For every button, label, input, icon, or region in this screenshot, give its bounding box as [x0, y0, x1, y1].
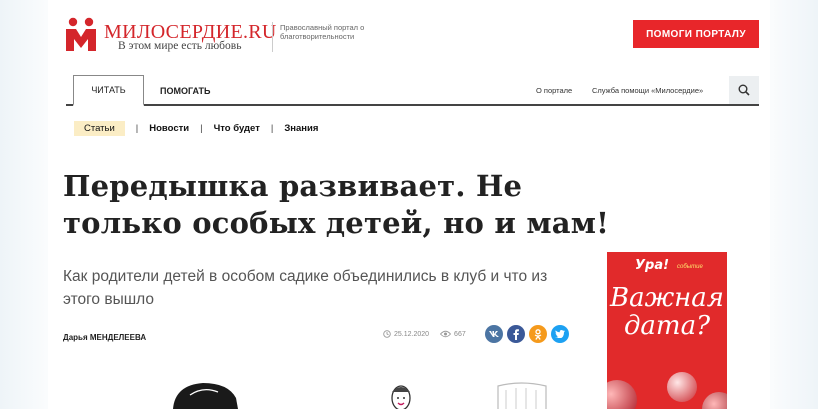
facebook-glyph [513, 328, 519, 340]
article-title: Передышка развивает. Не только особых де… [63, 169, 610, 240]
article-illustration [173, 382, 547, 409]
article-meta: 25.12.2020 667 [383, 330, 466, 338]
twitter-glyph [555, 330, 565, 338]
article-date-text: 25.12.2020 [394, 330, 430, 338]
subnav-item-news[interactable]: Новости [149, 123, 189, 134]
ad-brand: Ура! [635, 258, 670, 273]
logo-subtitle: В этом мире есть любовь [118, 40, 242, 52]
article-views-text: 667 [454, 330, 466, 338]
twitter-icon[interactable] [551, 325, 569, 343]
vk-icon[interactable] [485, 325, 503, 343]
facebook-icon[interactable] [507, 325, 525, 343]
help-portal-button[interactable]: ПОМОГИ ПОРТАЛУ [633, 20, 759, 48]
vk-glyph [489, 331, 499, 337]
article-views: 667 [440, 330, 466, 338]
share-buttons [485, 325, 569, 343]
subnav-separator: | [270, 122, 274, 134]
search-icon [738, 84, 750, 96]
logo-divider [272, 22, 273, 52]
page: МИЛОСЕРДИЕ.RU В этом мире есть любовь Пр… [48, 0, 770, 409]
nav-link-about[interactable]: О портале [536, 86, 572, 95]
ornament-ball [702, 392, 727, 409]
subnav-separator: | [135, 122, 139, 134]
odnoklassniki-glyph [534, 328, 542, 340]
subnav-separator: | [200, 122, 203, 134]
logo-description: Православный портал о благотворительност… [280, 23, 365, 41]
eye-icon [440, 330, 452, 338]
article-author[interactable]: Дарья МЕНДЕЛЕЕВА [63, 333, 146, 342]
odnoklassniki-icon[interactable] [529, 325, 547, 343]
ad-brand-sub: событие [677, 264, 703, 270]
subnav-item-upcoming[interactable]: Что будет [214, 123, 260, 134]
ad-headline: Важная дата? [609, 283, 724, 341]
subnav-item-knowledge[interactable]: Знания [284, 123, 318, 134]
tab-help[interactable]: ПОМОГАТЬ [160, 75, 211, 106]
article-date: 25.12.2020 [383, 330, 429, 338]
clock-icon [383, 330, 391, 338]
sub-nav: Статьи | Новости | Что будет | Знания [74, 120, 318, 136]
ad-banner[interactable]: Ура! событие Важная дата? [607, 252, 727, 409]
logo-icon[interactable] [64, 17, 98, 51]
tab-read[interactable]: ЧИТАТЬ [73, 75, 144, 106]
article-lead: Как родители детей в особом садике объед… [63, 268, 548, 308]
subnav-item-articles[interactable]: Статьи [74, 120, 125, 136]
main-nav: ЧИТАТЬ ПОМОГАТЬ О портале Служба помощи … [66, 75, 759, 106]
ornament-ball [667, 372, 697, 402]
search-button[interactable] [729, 76, 759, 104]
nav-link-service[interactable]: Служба помощи «Милосердие» [592, 86, 703, 95]
